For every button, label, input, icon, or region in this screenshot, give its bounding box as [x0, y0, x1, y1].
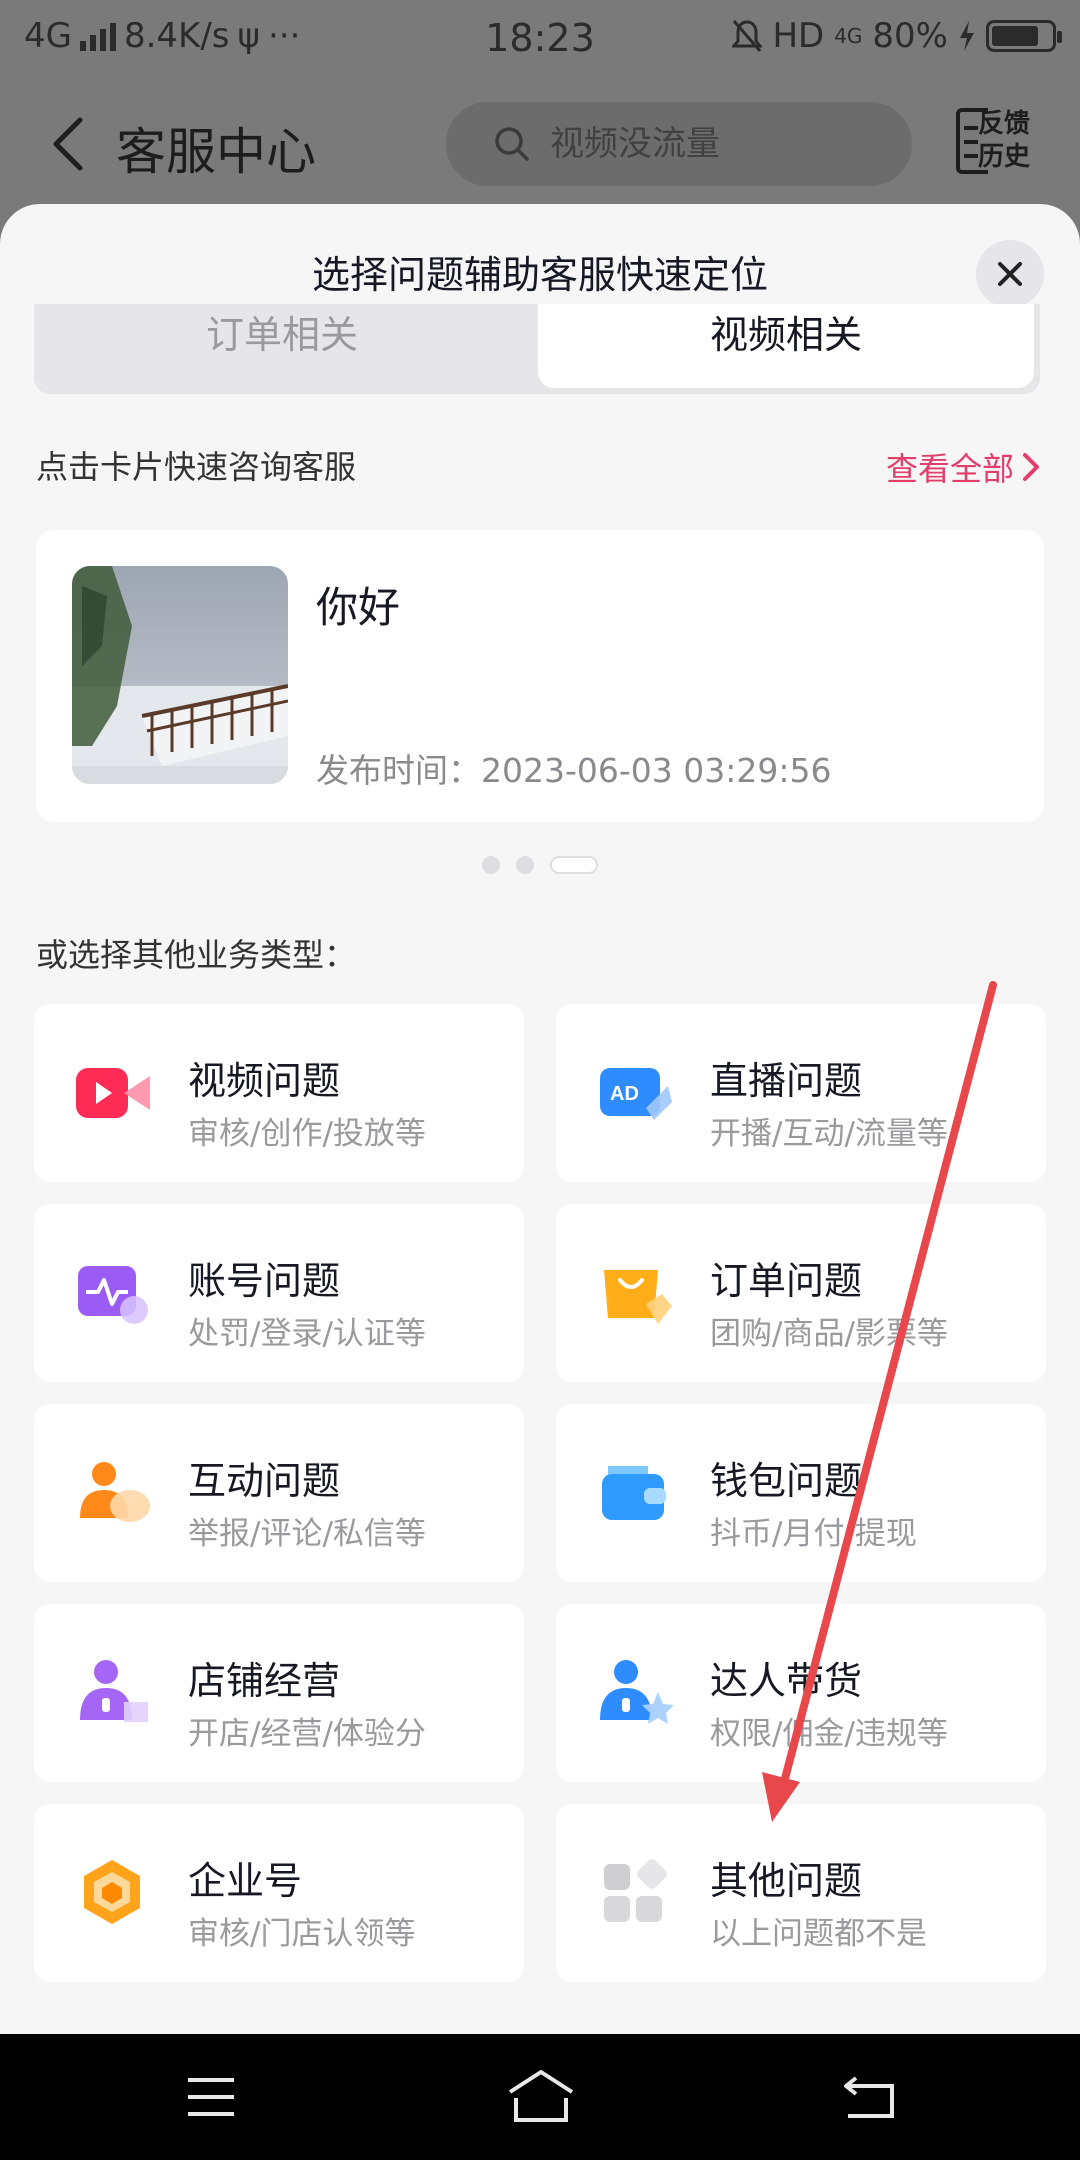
category-account[interactable]: 账号问题 处罚/登录/认证等	[34, 1204, 524, 1382]
tab-video-label: 视频相关	[709, 313, 862, 357]
battery-percent: 80%	[872, 16, 948, 56]
sheet-title: 选择问题辅助客服快速定位	[311, 253, 768, 297]
category-desc: 审核/创作/投放等	[188, 1116, 426, 1152]
category-name: 达人带货	[710, 1659, 863, 1703]
category-name: 视频问题	[188, 1059, 341, 1103]
view-all-link[interactable]: 查看全部	[886, 444, 1040, 490]
problem-selection-sheet: 选择问题辅助客服快速定位 订单相关 视频相关 点击卡片快速咨询客服 查看全部 你…	[0, 204, 1080, 2034]
status-bar: 4G 8.4K/s ψ ··· 18:23 HD 4G 80%	[0, 0, 1080, 74]
category-name: 互动问题	[188, 1459, 341, 1503]
search-icon	[495, 127, 529, 161]
category-other[interactable]: 其他问题 以上问题都不是	[556, 1804, 1046, 1982]
carousel-dot-active[interactable]	[550, 856, 598, 874]
creator-icon	[600, 1660, 674, 1724]
category-name: 店铺经营	[188, 1659, 341, 1703]
category-interaction[interactable]: 互动问题 举报/评论/私信等	[34, 1404, 524, 1582]
history-label-line1: 反馈	[978, 109, 1031, 139]
search-bar[interactable]	[446, 102, 912, 186]
category-desc: 权限/佣金/违规等	[710, 1716, 948, 1752]
interaction-icon	[80, 1462, 150, 1522]
svg-text:AD: AD	[610, 1083, 639, 1105]
category-tabs: 订单相关 视频相关	[34, 304, 1040, 394]
category-shop[interactable]: 店铺经营 开店/经营/体验分	[34, 1604, 524, 1782]
category-desc: 举报/评论/私信等	[188, 1516, 426, 1552]
back-arrow-icon[interactable]	[48, 116, 88, 172]
shopping-bag-icon	[604, 1270, 672, 1324]
account-icon	[78, 1266, 148, 1324]
history-label-line2: 历史	[978, 142, 1031, 172]
home-icon[interactable]	[506, 2068, 576, 2124]
back-icon[interactable]	[842, 2074, 896, 2120]
category-desc: 审核/门店认领等	[188, 1916, 416, 1952]
carousel-dot[interactable]	[516, 856, 534, 874]
category-name: 账号问题	[188, 1259, 341, 1303]
hd-badge: HD	[772, 16, 825, 56]
menu-icon[interactable]	[186, 2076, 236, 2118]
category-name: 直播问题	[710, 1059, 863, 1103]
network-type-right: 4G	[834, 24, 863, 48]
category-name: 企业号	[188, 1859, 303, 1903]
video-card[interactable]: 你好 发布时间：2023-06-03 03:29:56	[36, 530, 1044, 822]
category-video[interactable]: 视频问题 审核/创作/投放等	[34, 1004, 524, 1182]
category-live[interactable]: AD 直播问题 开播/互动/流量等	[556, 1004, 1046, 1182]
video-icon	[76, 1068, 150, 1118]
search-input[interactable]	[550, 120, 890, 168]
category-name: 其他问题	[710, 1859, 863, 1903]
category-desc: 抖币/月付/提现	[710, 1516, 917, 1552]
enterprise-icon	[84, 1860, 140, 1924]
chevron-right-icon	[1023, 453, 1039, 481]
video-publish-time: 发布时间：2023-06-03 03:29:56	[316, 751, 832, 790]
category-wallet[interactable]: 钱包问题 抖币/月付/提现	[556, 1404, 1046, 1582]
video-title: 你好	[316, 583, 401, 632]
category-desc: 开播/互动/流量等	[710, 1116, 948, 1152]
category-desc: 处罚/登录/认证等	[188, 1316, 426, 1352]
quick-consult-label: 点击卡片快速咨询客服	[36, 448, 357, 486]
category-creator[interactable]: 达人带货 权限/佣金/违规等	[556, 1604, 1046, 1782]
category-desc: 开店/经营/体验分	[188, 1716, 426, 1752]
close-button[interactable]	[976, 240, 1044, 308]
feedback-history-button[interactable]: 反馈 历史	[956, 108, 1032, 178]
carousel-dot[interactable]	[482, 856, 500, 874]
wallet-icon	[602, 1466, 666, 1520]
tab-orders[interactable]: 订单相关	[34, 304, 530, 388]
category-orders[interactable]: 订单问题 团购/商品/影票等	[556, 1204, 1046, 1382]
category-name: 订单问题	[710, 1259, 863, 1303]
tab-orders-label: 订单相关	[205, 313, 358, 357]
carousel-indicator	[482, 856, 598, 874]
shop-icon	[80, 1660, 148, 1722]
app-header: 客服中心 反馈历史	[0, 90, 1080, 200]
other-business-label: 或选择其他业务类型：	[36, 936, 357, 974]
tab-video[interactable]: 视频相关	[538, 304, 1034, 388]
video-thumbnail	[72, 566, 288, 784]
category-enterprise[interactable]: 企业号 审核/门店认领等	[34, 1804, 524, 1982]
battery-icon	[986, 20, 1062, 52]
charging-icon	[960, 21, 974, 51]
system-nav-bar	[0, 2034, 1080, 2160]
grid-icon	[604, 1859, 667, 1922]
close-icon	[998, 262, 1022, 286]
category-desc: 以上问题都不是	[710, 1916, 927, 1952]
mute-icon	[732, 20, 763, 52]
view-all-label: 查看全部	[885, 450, 1014, 488]
ad-icon: AD	[600, 1068, 672, 1120]
category-desc: 团购/商品/影票等	[710, 1316, 948, 1352]
page-title: 客服中心	[116, 123, 316, 181]
category-name: 钱包问题	[710, 1459, 863, 1503]
